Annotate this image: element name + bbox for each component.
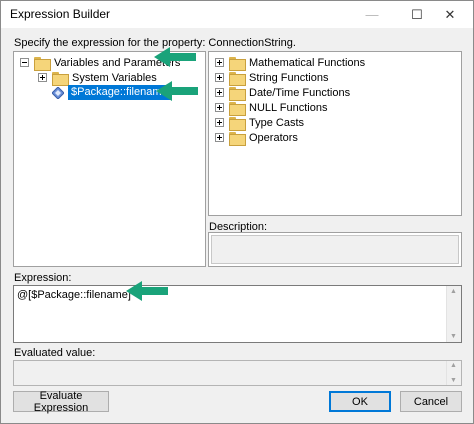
- minimize-icon[interactable]: —: [349, 1, 395, 28]
- folder-icon: [229, 116, 246, 131]
- folder-icon: [229, 56, 246, 71]
- collapse-icon[interactable]: [20, 58, 29, 67]
- annotation-arrow-icon: [154, 47, 196, 67]
- expand-icon[interactable]: [215, 58, 224, 67]
- tree-item-label: Operators: [249, 131, 298, 144]
- tree-item-label: String Functions: [249, 71, 329, 84]
- evaluate-expression-button[interactable]: Evaluate Expression: [13, 390, 109, 414]
- folder-icon: [229, 71, 246, 86]
- description-box: [208, 232, 462, 267]
- scroll-up-icon[interactable]: ▲: [450, 288, 457, 295]
- expression-text: @[$Package::filename]: [17, 289, 131, 301]
- evaluated-scrollbar[interactable]: ▲ ▼: [446, 361, 461, 385]
- folder-icon: [229, 101, 246, 116]
- evaluated-value-label: Evaluated value:: [14, 347, 96, 359]
- tree-item-label: Type Casts: [249, 116, 305, 129]
- expand-icon[interactable]: [215, 118, 224, 127]
- folder-icon: [229, 86, 246, 101]
- tree-item-label: Date/Time Functions: [249, 86, 351, 99]
- title-bar: Expression Builder — ☐ ✕: [1, 1, 473, 28]
- tree-item-string-functions[interactable]: String Functions: [215, 70, 329, 86]
- expand-icon[interactable]: [215, 133, 224, 142]
- expand-icon[interactable]: [215, 88, 224, 97]
- functions-tree[interactable]: Mathematical Functions String Functions …: [208, 51, 462, 216]
- window-title: Expression Builder: [10, 7, 111, 21]
- folder-icon: [229, 131, 246, 146]
- scroll-up-icon[interactable]: ▲: [450, 362, 457, 369]
- annotation-arrow-icon: [126, 281, 168, 301]
- annotation-arrow-icon: [156, 81, 198, 101]
- variable-icon: [52, 86, 64, 99]
- expand-icon[interactable]: [215, 73, 224, 82]
- tree-item-label: NULL Functions: [249, 101, 328, 114]
- expression-scrollbar[interactable]: ▲ ▼: [446, 286, 461, 342]
- tree-item-package-filename[interactable]: $Package::filename: [52, 85, 171, 100]
- tree-item-label: System Variables: [72, 71, 157, 84]
- expand-icon[interactable]: [38, 73, 47, 82]
- expression-label: Expression:: [14, 272, 72, 284]
- expression-textarea[interactable]: @[$Package::filename] ▲ ▼: [13, 285, 462, 343]
- tree-item-label: Mathematical Functions: [249, 56, 366, 69]
- folder-icon: [52, 71, 69, 86]
- close-icon[interactable]: ✕: [427, 1, 473, 28]
- tree-item-operators[interactable]: Operators: [215, 130, 298, 146]
- tree-item-system-variables[interactable]: System Variables: [38, 70, 157, 86]
- tree-item-type-casts[interactable]: Type Casts: [215, 115, 305, 131]
- scroll-down-icon[interactable]: ▼: [450, 377, 457, 384]
- tree-item-date-time-functions[interactable]: Date/Time Functions: [215, 85, 351, 101]
- description-value: [211, 235, 459, 264]
- expand-icon[interactable]: [215, 103, 224, 112]
- expression-builder-dialog: Expression Builder — ☐ ✕ Specify the exp…: [0, 0, 474, 424]
- evaluated-value-box: ▲ ▼: [13, 360, 462, 386]
- ok-button[interactable]: OK: [329, 391, 391, 412]
- cancel-button[interactable]: Cancel: [400, 391, 462, 412]
- scroll-down-icon[interactable]: ▼: [450, 333, 457, 340]
- tree-item-null-functions[interactable]: NULL Functions: [215, 100, 328, 116]
- folder-icon: [34, 56, 51, 71]
- tree-item-mathematical-functions[interactable]: Mathematical Functions: [215, 55, 366, 71]
